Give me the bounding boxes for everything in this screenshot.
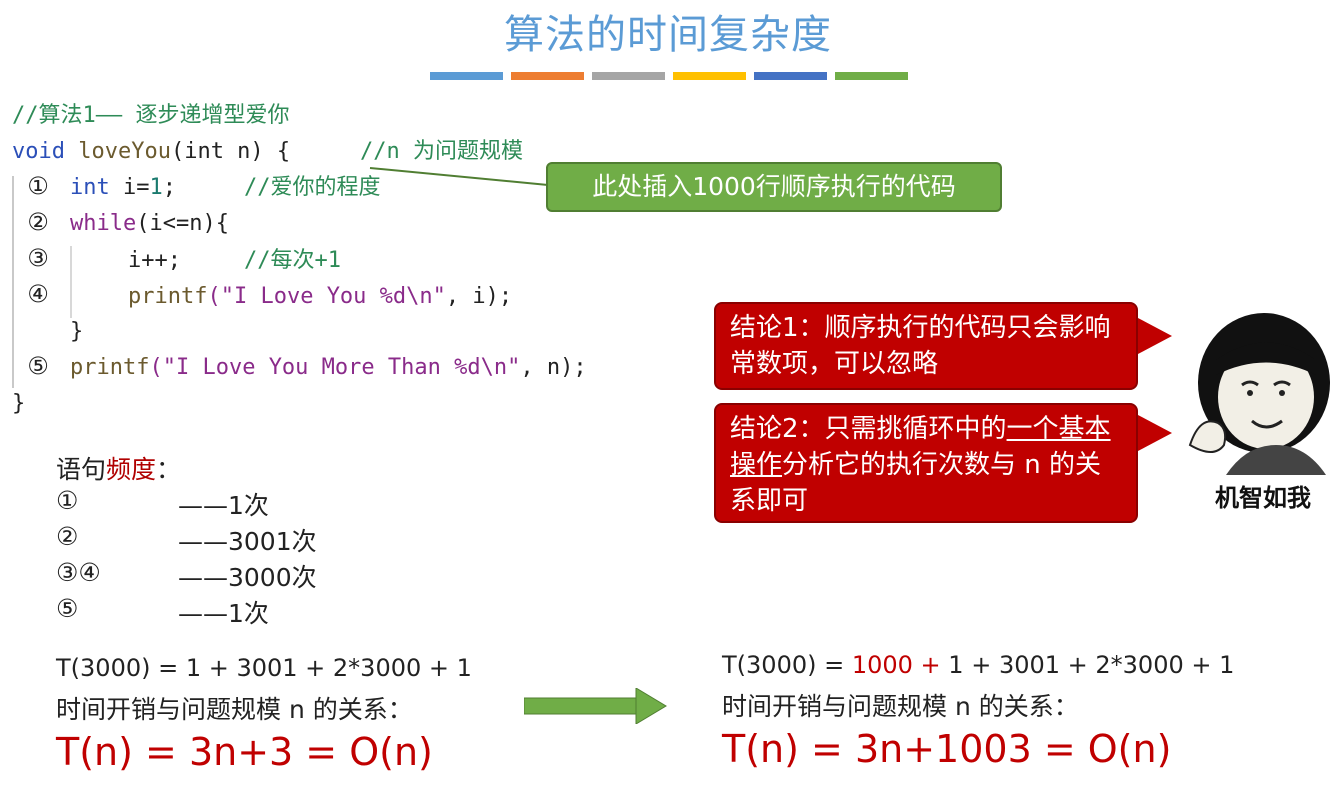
- conclusion-1-pointer: [1138, 318, 1172, 354]
- frequency-value-3: ——3000次: [178, 563, 317, 592]
- right-relation-label: 时间开销与问题规模 n 的关系：: [722, 692, 1079, 721]
- right-arrow-icon: [524, 688, 667, 724]
- left-t3000-formula: T(3000) = 1 + 3001 + 2*3000 + 1: [56, 654, 472, 682]
- conclusion-2-text-post: 分析它的执行次数与 n 的关系即可: [730, 450, 1102, 516]
- left-result-formula: T(n) = 3n+3 = O(n): [56, 730, 433, 774]
- frequency-marker-4: ⑤: [56, 594, 79, 623]
- frequency-value-1: ——1次: [178, 491, 269, 520]
- frequency-marker-3: ③④: [56, 558, 101, 587]
- conclusion-2-text-pre: 结论2：只需挑循环中的: [730, 414, 1007, 444]
- conclusion-2-pointer: [1138, 415, 1172, 451]
- right-t3000-post: 1 + 3001 + 2*3000 + 1: [940, 651, 1235, 679]
- left-relation-label: 时间开销与问题规模 n 的关系：: [56, 695, 413, 724]
- frequency-heading-post: ：: [156, 455, 182, 484]
- frequency-heading: 语句频度：: [56, 450, 181, 486]
- right-t3000-formula: T(3000) = 1000 + 1 + 3001 + 2*3000 + 1: [722, 651, 1234, 679]
- frequency-marker-1: ①: [56, 486, 79, 515]
- frequency-marker-2: ②: [56, 522, 79, 551]
- meme-caption: 机智如我: [1215, 484, 1311, 512]
- right-t3000-pre: T(3000) =: [722, 651, 852, 679]
- right-result-formula: T(n) = 3n+1003 = O(n): [722, 727, 1172, 771]
- conclusion-1-callout: 结论1：顺序执行的代码只会影响常数项，可以忽略: [714, 302, 1138, 390]
- right-t3000-inserted: 1000 +: [851, 651, 941, 679]
- frequency-heading-pre: 语句: [56, 455, 107, 484]
- insert-code-callout: 此处插入1000行顺序执行的代码: [546, 162, 1002, 212]
- meme-face-image: [1188, 313, 1330, 475]
- frequency-value-4: ——1次: [178, 599, 269, 628]
- frequency-value-2: ——3001次: [178, 527, 317, 556]
- conclusion-2-callout: 结论2：只需挑循环中的一个基本操作分析它的执行次数与 n 的关系即可: [714, 403, 1138, 523]
- frequency-heading-red: 频度: [106, 455, 157, 484]
